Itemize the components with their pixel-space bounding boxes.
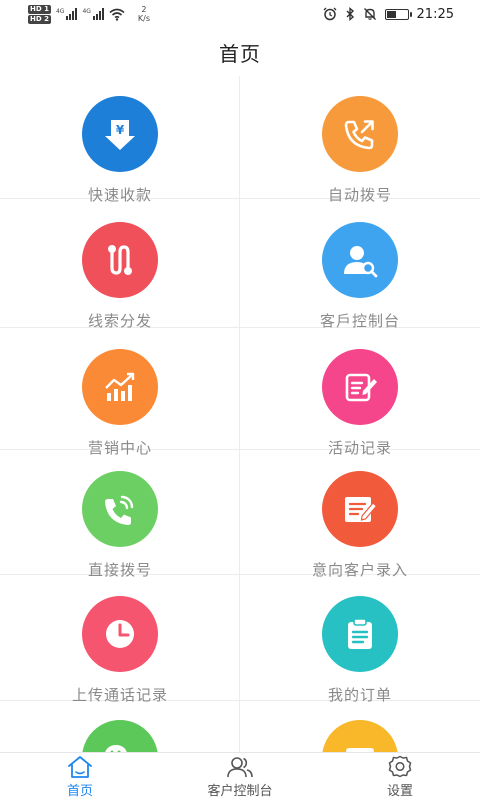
grid-item-icon-circle <box>82 720 158 752</box>
grid-item-icon-circle <box>322 720 398 752</box>
status-left: HD 1 HD 2 4G 4G 2 K/s <box>28 4 150 24</box>
grid-item-icon-circle <box>82 349 158 425</box>
network-type-1: 4G <box>55 8 65 15</box>
speed-value: 2 <box>141 5 147 14</box>
grid-item-lead-distribution[interactable]: 线索分发 <box>0 222 240 331</box>
alarm-icon <box>323 7 337 21</box>
grid-item-label: 快速收款 <box>87 186 152 204</box>
gear-icon <box>388 755 412 777</box>
phone-outgoing-icon <box>344 120 374 150</box>
sim1-badge: HD 1 <box>28 4 51 14</box>
grid-item-label: 线索分发 <box>87 312 152 330</box>
grid-item-intent-customer-entry[interactable]: 意向客户录入 <box>240 471 480 580</box>
grid-item-my-orders[interactable]: 我的订单 <box>240 596 480 705</box>
clipboard-icon <box>348 618 372 649</box>
card-icon <box>346 748 374 752</box>
feature-grid: ¥ 快速收款 自动拨号 线索分发 客戶控制台 营销中心 活动记录 直接拨号 意向… <box>0 76 480 752</box>
tab-label: 客户控制台 <box>207 783 273 799</box>
grid-item-customer-console[interactable]: 客戶控制台 <box>240 222 480 331</box>
grid-item-label: 意向客户录入 <box>311 561 408 579</box>
grid-item-label: 自动拨号 <box>327 186 392 204</box>
grid-item-icon-circle <box>82 222 158 298</box>
wechat-icon <box>105 745 127 752</box>
battery-level <box>386 10 397 18</box>
page-title: 首页 <box>219 41 261 66</box>
users-icon <box>227 756 253 777</box>
clock-icon <box>106 620 134 648</box>
battery-icon <box>384 8 412 20</box>
grid-item-upload-call-log[interactable]: 上传通话记录 <box>0 596 240 705</box>
network-type-2: 4G <box>82 8 91 15</box>
signal-icon: 4G <box>55 8 78 20</box>
tab-home[interactable]: 首页 <box>0 753 160 800</box>
signal-icon-2: 4G <box>82 8 104 20</box>
grid-item-label: 上传通话记录 <box>71 686 168 704</box>
grid-item-marketing-center[interactable]: 营销中心 <box>0 349 240 458</box>
grid-item-auto-dial[interactable]: 自动拨号 <box>240 96 480 205</box>
status-bar: HD 1 HD 2 4G 4G 2 K/s 21:25 <box>0 0 480 28</box>
phone-ring-icon <box>105 495 134 525</box>
grid-item-icon-circle: ¥ <box>82 96 158 172</box>
header: 首页 <box>0 28 480 76</box>
route-icon <box>108 245 132 275</box>
form-edit-icon <box>345 497 378 522</box>
growth-chart-icon <box>105 372 135 401</box>
tab-label: 首页 <box>66 783 93 799</box>
grid-item-card[interactable] <box>240 720 480 752</box>
clock-time: 21:25 <box>416 6 454 22</box>
bluetooth-icon <box>346 7 354 21</box>
grid-item-label: 直接拨号 <box>87 561 152 579</box>
sim-indicators: HD 1 HD 2 <box>28 4 51 24</box>
bottom-tab-bar: 首页 客户控制台 设置 <box>0 752 480 800</box>
grid-item-icon-circle <box>82 596 158 672</box>
grid-item-icon-circle <box>322 222 398 298</box>
grid-item-activity-log[interactable]: 活动记录 <box>240 349 480 458</box>
grid-item-label: 我的订单 <box>327 686 392 704</box>
tab-customer-console[interactable]: 客户控制台 <box>160 753 320 800</box>
home-icon <box>68 755 92 778</box>
status-right: 21:25 <box>323 4 454 24</box>
yuan-download-icon: ¥ <box>105 120 135 150</box>
network-speed: 2 K/s <box>138 5 150 23</box>
grid-item-icon-circle <box>322 349 398 425</box>
mute-icon <box>363 8 376 20</box>
grid-item-icon-circle <box>82 471 158 547</box>
grid-item-icon-circle <box>322 596 398 672</box>
edit-note-icon <box>345 373 377 402</box>
user-search-icon <box>344 246 378 278</box>
grid-item-label: 营销中心 <box>87 439 152 457</box>
grid-item-quick-payment[interactable]: ¥ 快速收款 <box>0 96 240 205</box>
wifi-icon <box>109 8 125 21</box>
grid-item-icon-circle <box>322 96 398 172</box>
grid-item-wechat[interactable] <box>0 720 240 752</box>
grid-item-label: 活动记录 <box>327 439 392 457</box>
tab-label: 设置 <box>386 783 413 799</box>
grid-item-icon-circle <box>322 471 398 547</box>
sim2-badge: HD 2 <box>28 14 51 24</box>
speed-unit: K/s <box>137 14 151 23</box>
grid-item-direct-dial[interactable]: 直接拨号 <box>0 471 240 580</box>
svg-text:¥: ¥ <box>116 123 125 137</box>
tab-settings[interactable]: 设置 <box>320 753 480 800</box>
grid-item-label: 客戶控制台 <box>319 312 400 330</box>
